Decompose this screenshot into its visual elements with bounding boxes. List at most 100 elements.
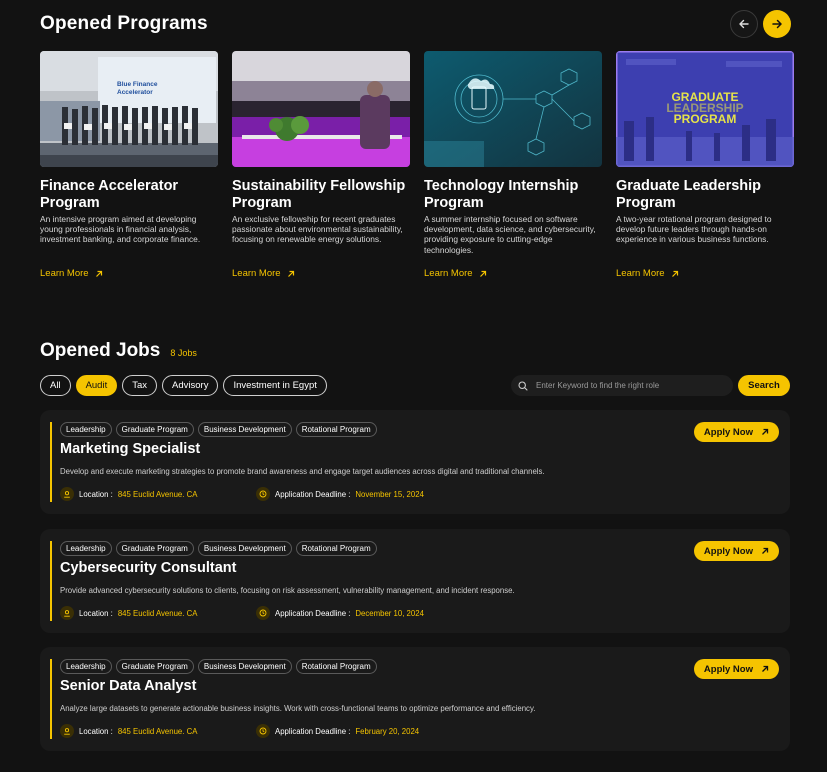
- learn-more-link[interactable]: Learn More: [616, 268, 794, 279]
- location-pin-icon: [60, 487, 74, 501]
- filter-all[interactable]: All: [40, 375, 71, 396]
- job-card: Leadership Graduate Program Business Dev…: [40, 529, 790, 633]
- arrow-up-right-icon: [762, 665, 769, 672]
- job-tag: Leadership: [60, 659, 112, 674]
- banner-text-line2: Accelerator: [117, 89, 153, 96]
- job-title: Cybersecurity Consultant: [60, 560, 237, 576]
- arrow-up-right-icon: [479, 270, 486, 277]
- banner-text-line1: Blue Finance: [117, 81, 158, 88]
- arrow-up-right-icon: [95, 270, 102, 277]
- job-meta: Location : 845 Euclid Avenue. CA Applica…: [60, 487, 424, 501]
- program-title: Finance Accelerator Program: [40, 178, 179, 211]
- image-text-line3: PROGRAM: [674, 112, 737, 126]
- location-pin-icon: [60, 606, 74, 620]
- program-description: A two-year rotational program designed t…: [616, 214, 772, 245]
- program-description: A summer internship focused on software …: [424, 214, 596, 255]
- programs-title: Opened Programs: [40, 13, 208, 34]
- arrow-up-right-icon: [762, 547, 769, 554]
- clock-icon: [256, 724, 270, 738]
- filter-advisory[interactable]: Advisory: [162, 375, 219, 396]
- program-cards: Blue Finance Accelerator Finance Acceler…: [40, 51, 794, 279]
- job-description: Analyze large datasets to generate actio…: [60, 704, 536, 713]
- filter-tax[interactable]: Tax: [122, 375, 158, 396]
- learn-more-link[interactable]: Learn More: [232, 268, 410, 279]
- job-tag: Business Development: [197, 659, 292, 674]
- job-meta: Location : 845 Euclid Avenue. CA Applica…: [60, 606, 424, 620]
- location-pin-icon: [60, 724, 74, 738]
- arrow-up-right-icon: [287, 270, 294, 277]
- deadline-label: Application Deadline :: [275, 489, 351, 499]
- deadline-label: Application Deadline :: [275, 726, 351, 736]
- job-tag: Rotational Program: [295, 659, 377, 674]
- jobs-header: Opened Jobs 8 Jobs: [40, 340, 197, 362]
- filter-investment-in-egypt[interactable]: Investment in Egypt: [223, 375, 327, 396]
- program-card[interactable]: GRADUATE LEADERSHIP PROGRAM Graduate Lea…: [616, 51, 794, 279]
- deadline-value: November 15, 2024: [355, 489, 424, 499]
- job-deadline: Application Deadline : February 20, 2024: [256, 724, 419, 738]
- learn-more-label: Learn More: [40, 268, 89, 279]
- deadline-value: February 20, 2024: [355, 726, 420, 736]
- program-image-leadership: GRADUATE LEADERSHIP PROGRAM: [616, 51, 794, 167]
- clock-icon: [256, 487, 270, 501]
- location-label: Location :: [79, 608, 113, 618]
- job-tag: Graduate Program: [115, 541, 194, 556]
- job-tag: Graduate Program: [115, 659, 194, 674]
- location-value: 845 Euclid Avenue. CA: [117, 489, 198, 499]
- job-title: Marketing Specialist: [60, 441, 201, 457]
- clock-icon: [256, 606, 270, 620]
- learn-more-link[interactable]: Learn More: [424, 268, 602, 279]
- job-tag: Graduate Program: [115, 422, 194, 437]
- location-label: Location :: [79, 489, 113, 499]
- job-accent-bar: [50, 422, 52, 502]
- carousel-next-button[interactable]: [763, 10, 791, 38]
- apply-now-button[interactable]: Apply Now: [693, 659, 779, 679]
- job-search-box: [511, 375, 733, 396]
- filter-audit[interactable]: Audit: [75, 375, 118, 396]
- program-card[interactable]: Sustainability Fellowship Program An exc…: [232, 51, 410, 279]
- programs-header: Opened Programs: [40, 10, 791, 38]
- deadline-value: December 10, 2024: [355, 608, 424, 618]
- apply-now-button[interactable]: Apply Now: [693, 541, 779, 561]
- job-location: Location : 845 Euclid Avenue. CA: [60, 724, 256, 738]
- job-description: Provide advanced cybersecurity solutions…: [60, 586, 515, 595]
- learn-more-link[interactable]: Learn More: [40, 268, 218, 279]
- program-description: An exclusive fellowship for recent gradu…: [232, 214, 403, 245]
- job-accent-bar: [50, 659, 52, 739]
- job-tag: Leadership: [60, 422, 112, 437]
- learn-more-label: Learn More: [424, 268, 473, 279]
- location-label: Location :: [79, 726, 113, 736]
- arrow-up-right-icon: [671, 270, 678, 277]
- program-title: Technology Internship Program: [424, 178, 579, 211]
- program-description: An intensive program aimed at developing…: [40, 214, 201, 245]
- job-search-input[interactable]: [536, 381, 726, 390]
- job-title: Senior Data Analyst: [60, 678, 197, 694]
- program-image-finance: Blue Finance Accelerator: [40, 51, 218, 167]
- job-deadline: Application Deadline : December 10, 2024: [256, 606, 424, 620]
- job-tags: Leadership Graduate Program Business Dev…: [60, 422, 377, 437]
- job-card: Leadership Graduate Program Business Dev…: [40, 647, 790, 751]
- program-image-sustainability: [232, 51, 410, 167]
- deadline-label: Application Deadline :: [275, 608, 351, 618]
- arrow-up-right-icon: [762, 428, 769, 435]
- job-location: Location : 845 Euclid Avenue. CA: [60, 487, 256, 501]
- job-description: Develop and execute marketing strategies…: [60, 467, 545, 476]
- apply-now-label: Apply Now: [703, 545, 753, 557]
- job-tag: Rotational Program: [295, 541, 377, 556]
- carousel-prev-button[interactable]: [730, 10, 758, 38]
- learn-more-label: Learn More: [232, 268, 281, 279]
- location-value: 845 Euclid Avenue. CA: [117, 608, 198, 618]
- arrow-right-icon: [772, 19, 782, 29]
- program-card[interactable]: Blue Finance Accelerator Finance Acceler…: [40, 51, 218, 279]
- search-button[interactable]: Search: [738, 375, 790, 396]
- apply-now-label: Apply Now: [703, 663, 753, 675]
- program-card[interactable]: Technology Internship Program A summer i…: [424, 51, 602, 279]
- program-title: Sustainability Fellowship Program: [232, 178, 406, 211]
- job-tag: Business Development: [197, 541, 292, 556]
- location-value: 845 Euclid Avenue. CA: [117, 726, 198, 736]
- job-accent-bar: [50, 541, 52, 621]
- job-card: Leadership Graduate Program Business Dev…: [40, 410, 790, 514]
- apply-now-label: Apply Now: [703, 426, 753, 438]
- program-title: Graduate Leadership Program: [616, 178, 762, 211]
- job-tags: Leadership Graduate Program Business Dev…: [60, 541, 377, 556]
- apply-now-button[interactable]: Apply Now: [693, 422, 779, 442]
